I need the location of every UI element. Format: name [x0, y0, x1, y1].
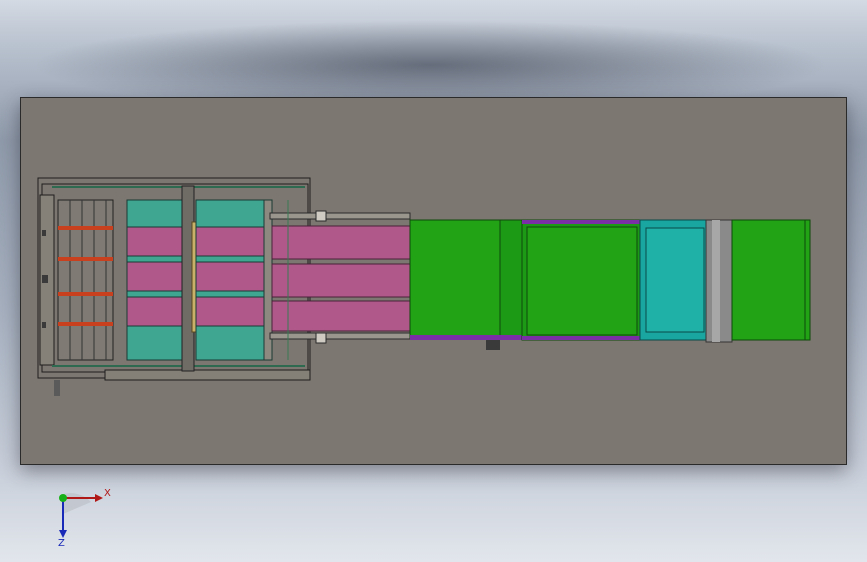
purple-trim — [522, 220, 640, 224]
coordinate-triad: X Z — [58, 488, 111, 549]
gray-roller[interactable] — [705, 219, 733, 343]
x-axis-arrow — [95, 494, 103, 502]
left-panel-block[interactable] — [126, 199, 190, 361]
red-bar — [58, 226, 113, 230]
green-belt-end — [499, 219, 523, 338]
leg-stub — [54, 380, 60, 396]
red-bar — [58, 292, 113, 296]
end-conveyor[interactable] — [731, 219, 811, 341]
red-bar — [58, 322, 113, 326]
z-axis-arrow — [59, 530, 67, 538]
pink-strip — [271, 300, 411, 332]
x-axis-label: X — [104, 488, 111, 499]
pink-strip — [271, 263, 411, 298]
bolt — [42, 275, 48, 283]
green-conveyor-2[interactable] — [521, 219, 641, 341]
pink-strip — [195, 296, 265, 327]
y-axis-origin — [59, 494, 67, 502]
cyan-section[interactable] — [639, 219, 709, 341]
bottom-rail — [104, 369, 311, 381]
red-bar — [58, 257, 113, 261]
roller-bank-frame — [57, 199, 114, 361]
motor-block — [486, 340, 500, 350]
roller-highlight — [712, 220, 720, 342]
graphics-viewport[interactable]: X Z — [0, 0, 867, 562]
purple-trim — [522, 336, 640, 340]
green-conveyor-1[interactable] — [409, 219, 523, 350]
pink-strip — [126, 261, 190, 292]
z-axis-label: Z — [58, 538, 65, 549]
right-panel-block[interactable] — [195, 199, 273, 361]
pink-strip — [195, 226, 265, 257]
triad-plane — [63, 492, 91, 514]
pink-strip — [126, 296, 190, 327]
green-belt — [731, 219, 811, 341]
pink-strip — [195, 261, 265, 292]
roller-bank[interactable] — [57, 199, 114, 361]
bolt — [42, 322, 46, 328]
rail-block — [315, 332, 327, 344]
cyan-panel-inner — [645, 227, 705, 333]
pink-strip — [126, 226, 190, 257]
rail-block — [315, 210, 327, 222]
purple-trim — [410, 335, 522, 340]
green-belt-inner — [526, 226, 638, 336]
upper-transfer-rail — [269, 212, 411, 220]
pink-strip — [271, 225, 411, 260]
assembly-model[interactable] — [0, 0, 867, 562]
bolt — [42, 230, 46, 236]
lower-transfer-rail — [269, 332, 411, 340]
